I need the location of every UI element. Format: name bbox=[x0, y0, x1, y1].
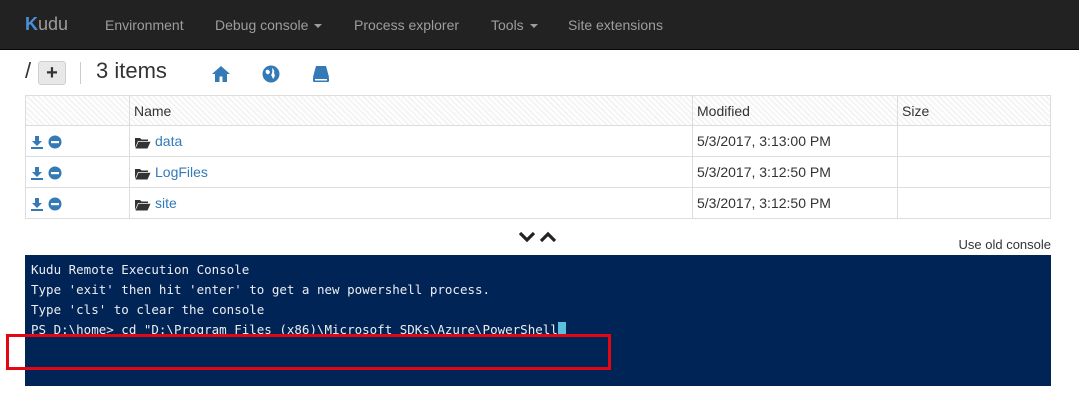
nav-tools[interactable]: Tools bbox=[491, 0, 538, 50]
table-header-row: Name Modified Size bbox=[25, 95, 1051, 126]
home-icon[interactable] bbox=[211, 64, 231, 84]
row-size bbox=[897, 187, 1051, 219]
row-modified: 5/3/2017, 3:12:50 PM bbox=[692, 156, 898, 188]
globe-icon[interactable] bbox=[261, 64, 281, 84]
table-row: data 5/3/2017, 3:13:00 PM bbox=[25, 125, 1051, 157]
download-icon[interactable] bbox=[30, 197, 44, 212]
column-header-actions bbox=[25, 95, 130, 126]
chevron-up-icon[interactable] bbox=[539, 230, 557, 244]
console-line: Kudu Remote Execution Console bbox=[31, 262, 250, 277]
row-actions bbox=[25, 125, 130, 157]
table-row: site 5/3/2017, 3:12:50 PM bbox=[25, 187, 1051, 219]
console-line: Type 'cls' to clear the console bbox=[31, 302, 265, 317]
items-count: 3 items bbox=[96, 58, 167, 83]
delete-icon[interactable] bbox=[48, 135, 62, 149]
delete-icon[interactable] bbox=[48, 166, 62, 180]
top-navbar: Kudu Environment Debug console Process e… bbox=[0, 0, 1079, 50]
folder-link-data[interactable]: data bbox=[155, 133, 182, 149]
download-icon[interactable] bbox=[30, 135, 44, 150]
brand-name: udu bbox=[38, 14, 69, 34]
row-modified: 5/3/2017, 3:12:50 PM bbox=[692, 187, 898, 219]
kudu-brand[interactable]: Kudu bbox=[25, 14, 68, 35]
console-line: Type 'exit' then hit 'enter' to get a ne… bbox=[31, 282, 491, 297]
nav-process-explorer[interactable]: Process explorer bbox=[354, 0, 459, 50]
delete-icon[interactable] bbox=[48, 197, 62, 211]
highlight-annotation bbox=[6, 334, 611, 370]
row-size bbox=[897, 125, 1051, 157]
nav-environment-label: Environment bbox=[105, 17, 184, 33]
nav-site-extensions-label: Site extensions bbox=[568, 17, 663, 33]
breadcrumb-root[interactable]: / bbox=[25, 58, 31, 84]
drive-icon[interactable] bbox=[311, 64, 331, 84]
table-row: LogFiles 5/3/2017, 3:12:50 PM bbox=[25, 156, 1051, 188]
brand-initial: K bbox=[25, 14, 38, 34]
folder-open-icon bbox=[135, 137, 151, 149]
nav-environment[interactable]: Environment bbox=[105, 0, 184, 50]
folder-open-icon bbox=[135, 199, 151, 211]
folder-open-icon bbox=[135, 168, 151, 180]
row-name-cell: data bbox=[129, 125, 693, 157]
nav-debug-console-label: Debug console bbox=[215, 17, 309, 33]
row-size bbox=[897, 156, 1051, 188]
row-actions bbox=[25, 187, 130, 219]
chevron-down-icon bbox=[314, 24, 323, 29]
download-icon[interactable] bbox=[30, 166, 44, 181]
folder-link-site[interactable]: site bbox=[155, 195, 177, 211]
row-actions bbox=[25, 156, 130, 188]
folder-link-logfiles[interactable]: LogFiles bbox=[155, 164, 208, 180]
nav-process-explorer-label: Process explorer bbox=[354, 17, 460, 33]
row-name-cell: site bbox=[129, 187, 693, 219]
nav-site-extensions[interactable]: Site extensions bbox=[568, 0, 663, 50]
column-header-modified[interactable]: Modified bbox=[692, 95, 898, 126]
row-modified: 5/3/2017, 3:13:00 PM bbox=[692, 125, 898, 157]
nav-debug-console[interactable]: Debug console bbox=[215, 0, 323, 50]
row-name-cell: LogFiles bbox=[129, 156, 693, 188]
divider bbox=[80, 62, 81, 84]
file-table: Name Modified Size data 5/3/2017, 3:13:0… bbox=[25, 95, 1051, 219]
column-header-name[interactable]: Name bbox=[129, 95, 693, 126]
column-header-size[interactable]: Size bbox=[897, 95, 1051, 126]
chevron-down-icon[interactable] bbox=[518, 230, 536, 244]
add-button[interactable]: + bbox=[38, 61, 66, 85]
nav-tools-label: Tools bbox=[491, 17, 524, 33]
chevron-down-icon bbox=[529, 24, 538, 29]
use-old-console-link[interactable]: Use old console bbox=[959, 238, 1052, 250]
